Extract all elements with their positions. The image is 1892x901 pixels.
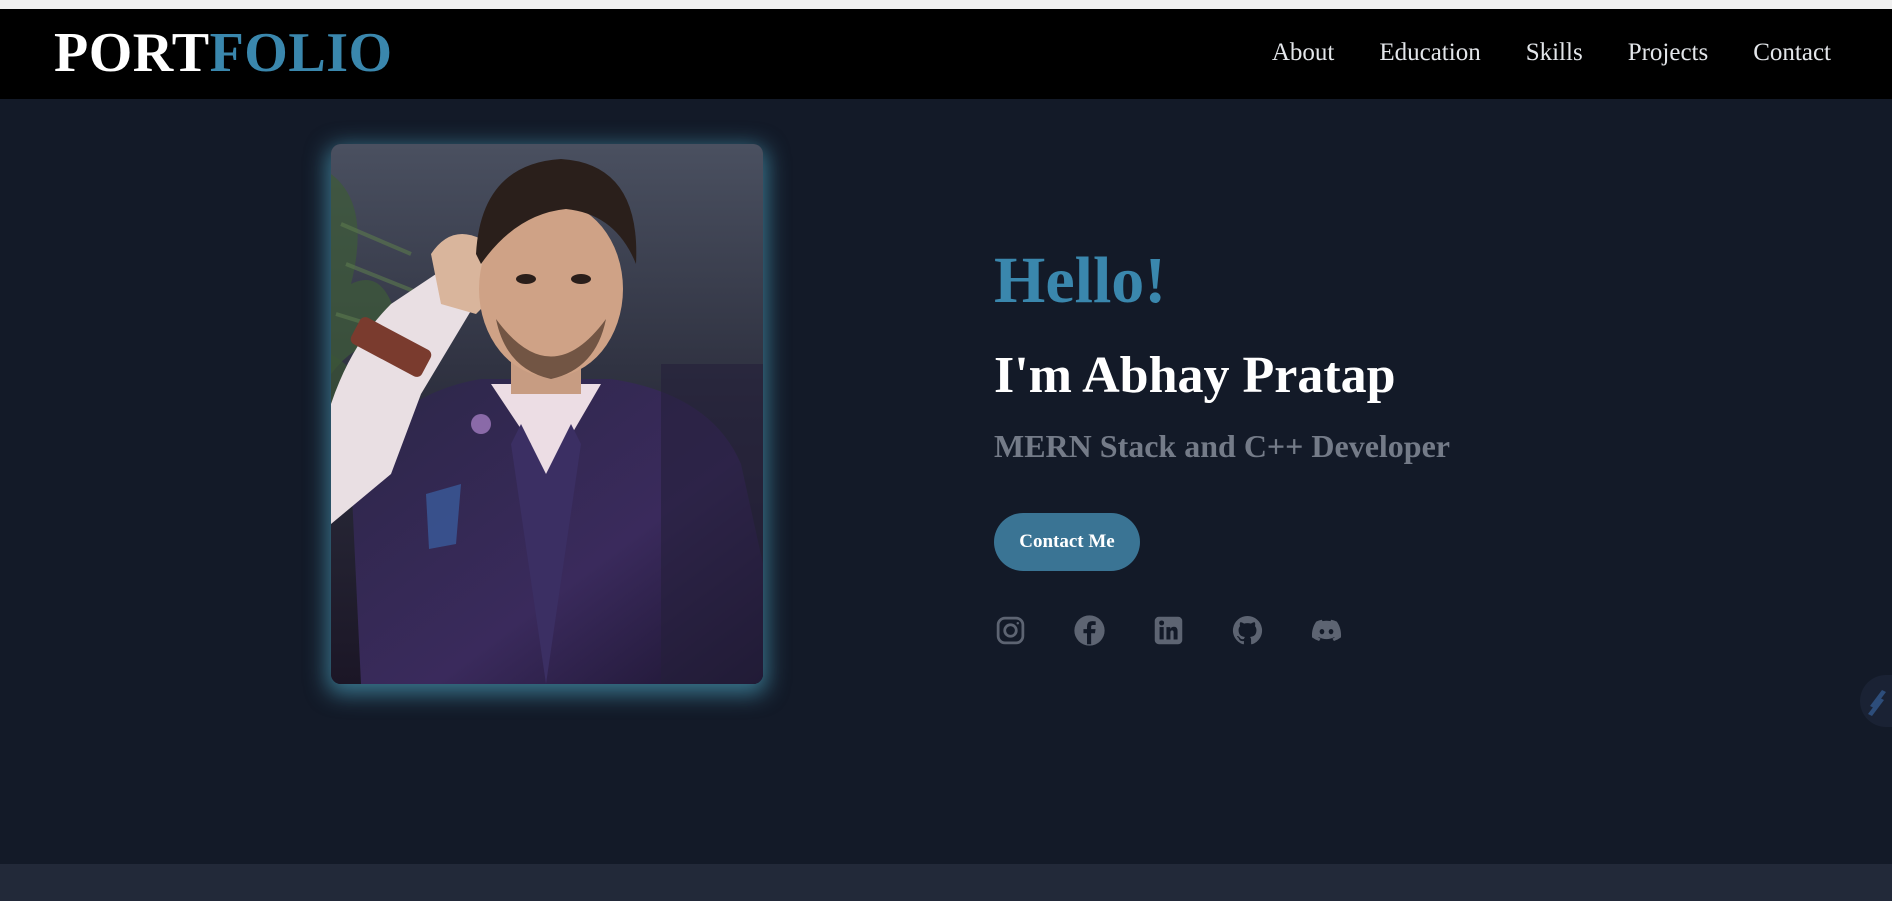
nav-link-about[interactable]: About	[1272, 39, 1335, 67]
discord-icon	[1311, 619, 1342, 641]
nav-link-contact[interactable]: Contact	[1753, 39, 1831, 67]
nav-link-skills[interactable]: Skills	[1526, 39, 1583, 67]
nav-menu: About Education Skills Projects Contact	[1227, 39, 1831, 67]
linkedin-link[interactable]	[1152, 614, 1185, 647]
linkedin-icon	[1154, 616, 1183, 645]
instagram-link[interactable]	[994, 614, 1027, 647]
browser-top-strip	[0, 0, 1892, 9]
nav-link-projects[interactable]: Projects	[1628, 39, 1709, 67]
github-icon	[1232, 616, 1263, 645]
nav-link-education[interactable]: Education	[1379, 39, 1480, 67]
hero-name: I'm Abhay Pratap	[994, 347, 1396, 404]
social-links	[994, 614, 1343, 647]
next-section-edge	[0, 864, 1892, 901]
navbar: PORTFOLIO About Education Skills Project…	[0, 9, 1892, 99]
instagram-icon	[996, 616, 1025, 645]
side-floating-button[interactable]	[1860, 675, 1892, 727]
lightning-icon	[1868, 690, 1886, 716]
facebook-link[interactable]	[1073, 614, 1106, 647]
hero-intro: Hello! I'm Abhay Pratap MERN Stack and C…	[994, 244, 1450, 646]
logo-part-port: PORT	[54, 22, 210, 84]
contact-me-button[interactable]: Contact Me	[994, 513, 1140, 571]
hero-role: MERN Stack and C++ Developer	[994, 428, 1450, 464]
profile-photo	[331, 144, 763, 684]
logo-part-folio: FOLIO	[209, 22, 393, 84]
facebook-icon	[1074, 615, 1105, 646]
logo[interactable]: PORTFOLIO	[54, 25, 393, 81]
profile-photo-illustration	[331, 144, 763, 684]
github-link[interactable]	[1231, 614, 1264, 647]
discord-link[interactable]	[1310, 614, 1343, 647]
hero-greeting: Hello!	[994, 244, 1167, 317]
